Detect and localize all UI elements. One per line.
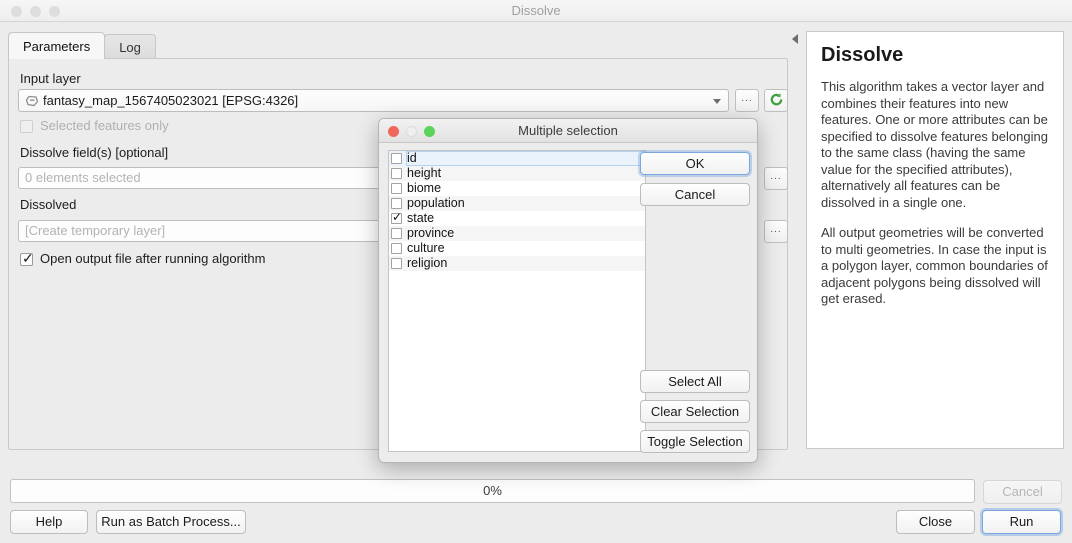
field-checkbox[interactable]	[391, 168, 402, 179]
field-checkbox[interactable]	[391, 243, 402, 254]
selected-features-only-checkbox	[20, 120, 33, 133]
open-output-label: Open output file after running algorithm	[40, 251, 265, 266]
run-button[interactable]: Run	[982, 510, 1061, 534]
field-checkbox[interactable]	[391, 198, 402, 209]
field-label: culture	[407, 241, 645, 256]
help-button[interactable]: Help	[10, 510, 88, 534]
input-layer-refresh-button[interactable]	[764, 89, 788, 112]
dissolve-fields-label: Dissolve field(s) [optional]	[20, 145, 168, 160]
close-button[interactable]: Close	[896, 510, 975, 534]
check-icon: ✓	[22, 250, 34, 266]
window-title: Dissolve	[0, 0, 1072, 22]
tab-log[interactable]: Log	[104, 34, 156, 59]
modal-window-controls	[388, 126, 435, 137]
list-item[interactable]: biome	[389, 181, 645, 196]
list-item[interactable]: population	[389, 196, 645, 211]
check-icon: ✓	[392, 210, 402, 224]
progress-percent-label: 0%	[11, 480, 974, 502]
collapse-left-icon[interactable]	[792, 34, 798, 44]
list-item[interactable]: ✓ state	[389, 211, 645, 226]
field-label: province	[407, 226, 645, 241]
clear-selection-button[interactable]: Clear Selection	[640, 400, 750, 423]
algorithm-help-panel: Dissolve This algorithm takes a vector l…	[806, 31, 1064, 449]
multiple-selection-dialog: Multiple selection id height biome	[378, 118, 758, 463]
field-checkbox[interactable]	[391, 258, 402, 269]
polygon-layer-icon	[25, 92, 39, 112]
input-layer-label: Input layer	[20, 71, 81, 86]
list-item[interactable]: id	[389, 151, 645, 166]
dissolve-window: Dissolve Parameters Log Input layer fant…	[0, 0, 1072, 543]
list-item[interactable]: religion	[389, 256, 645, 271]
run-as-batch-process-button[interactable]: Run as Batch Process...	[96, 510, 246, 534]
input-layer-value: fantasy_map_1567405023021 [EPSG:4326]	[43, 93, 298, 108]
input-layer-browse-button[interactable]: ...	[735, 89, 759, 112]
cancel-progress-button: Cancel	[983, 480, 1062, 504]
tab-parameters[interactable]: Parameters	[8, 32, 105, 59]
dissolve-fields-browse-button[interactable]: ...	[764, 167, 788, 190]
field-label: id	[407, 151, 645, 166]
open-output-checkbox[interactable]: ✓	[20, 253, 33, 266]
list-item[interactable]: height	[389, 166, 645, 181]
field-label: height	[407, 166, 645, 181]
field-checkbox[interactable]	[391, 183, 402, 194]
input-layer-combo[interactable]: fantasy_map_1567405023021 [EPSG:4326]	[18, 89, 729, 112]
modal-minimize-light	[406, 126, 417, 137]
modal-ok-button[interactable]: OK	[640, 152, 750, 175]
toggle-selection-button[interactable]: Toggle Selection	[640, 430, 750, 453]
modal-title: Multiple selection	[379, 119, 757, 143]
field-label: state	[407, 211, 645, 226]
field-list[interactable]: id height biome population ✓	[388, 150, 646, 452]
field-checkbox[interactable]	[391, 228, 402, 239]
modal-close-light[interactable]	[388, 126, 399, 137]
select-all-button[interactable]: Select All	[640, 370, 750, 393]
progress-bar: 0%	[10, 479, 975, 503]
field-label: religion	[407, 256, 645, 271]
field-checkbox[interactable]	[391, 153, 402, 164]
modal-zoom-light[interactable]	[424, 126, 435, 137]
field-label: biome	[407, 181, 645, 196]
refresh-icon	[769, 92, 784, 110]
field-label: population	[407, 196, 645, 211]
window-titlebar: Dissolve	[0, 0, 1072, 22]
list-item[interactable]: province	[389, 226, 645, 241]
help-paragraph-1: This algorithm takes a vector layer and …	[821, 79, 1049, 211]
dissolved-output-browse-button[interactable]: ...	[764, 220, 788, 243]
modal-cancel-button[interactable]: Cancel	[640, 183, 750, 206]
chevron-down-icon	[713, 99, 721, 104]
modal-titlebar: Multiple selection	[379, 119, 757, 143]
list-item[interactable]: culture	[389, 241, 645, 256]
tab-bar: Parameters Log	[8, 33, 155, 59]
help-paragraph-2: All output geometries will be converted …	[821, 225, 1049, 308]
field-checkbox[interactable]: ✓	[391, 213, 402, 224]
help-title: Dissolve	[821, 44, 1049, 67]
selected-features-only-label: Selected features only	[40, 118, 169, 133]
dissolved-label: Dissolved	[20, 197, 76, 212]
